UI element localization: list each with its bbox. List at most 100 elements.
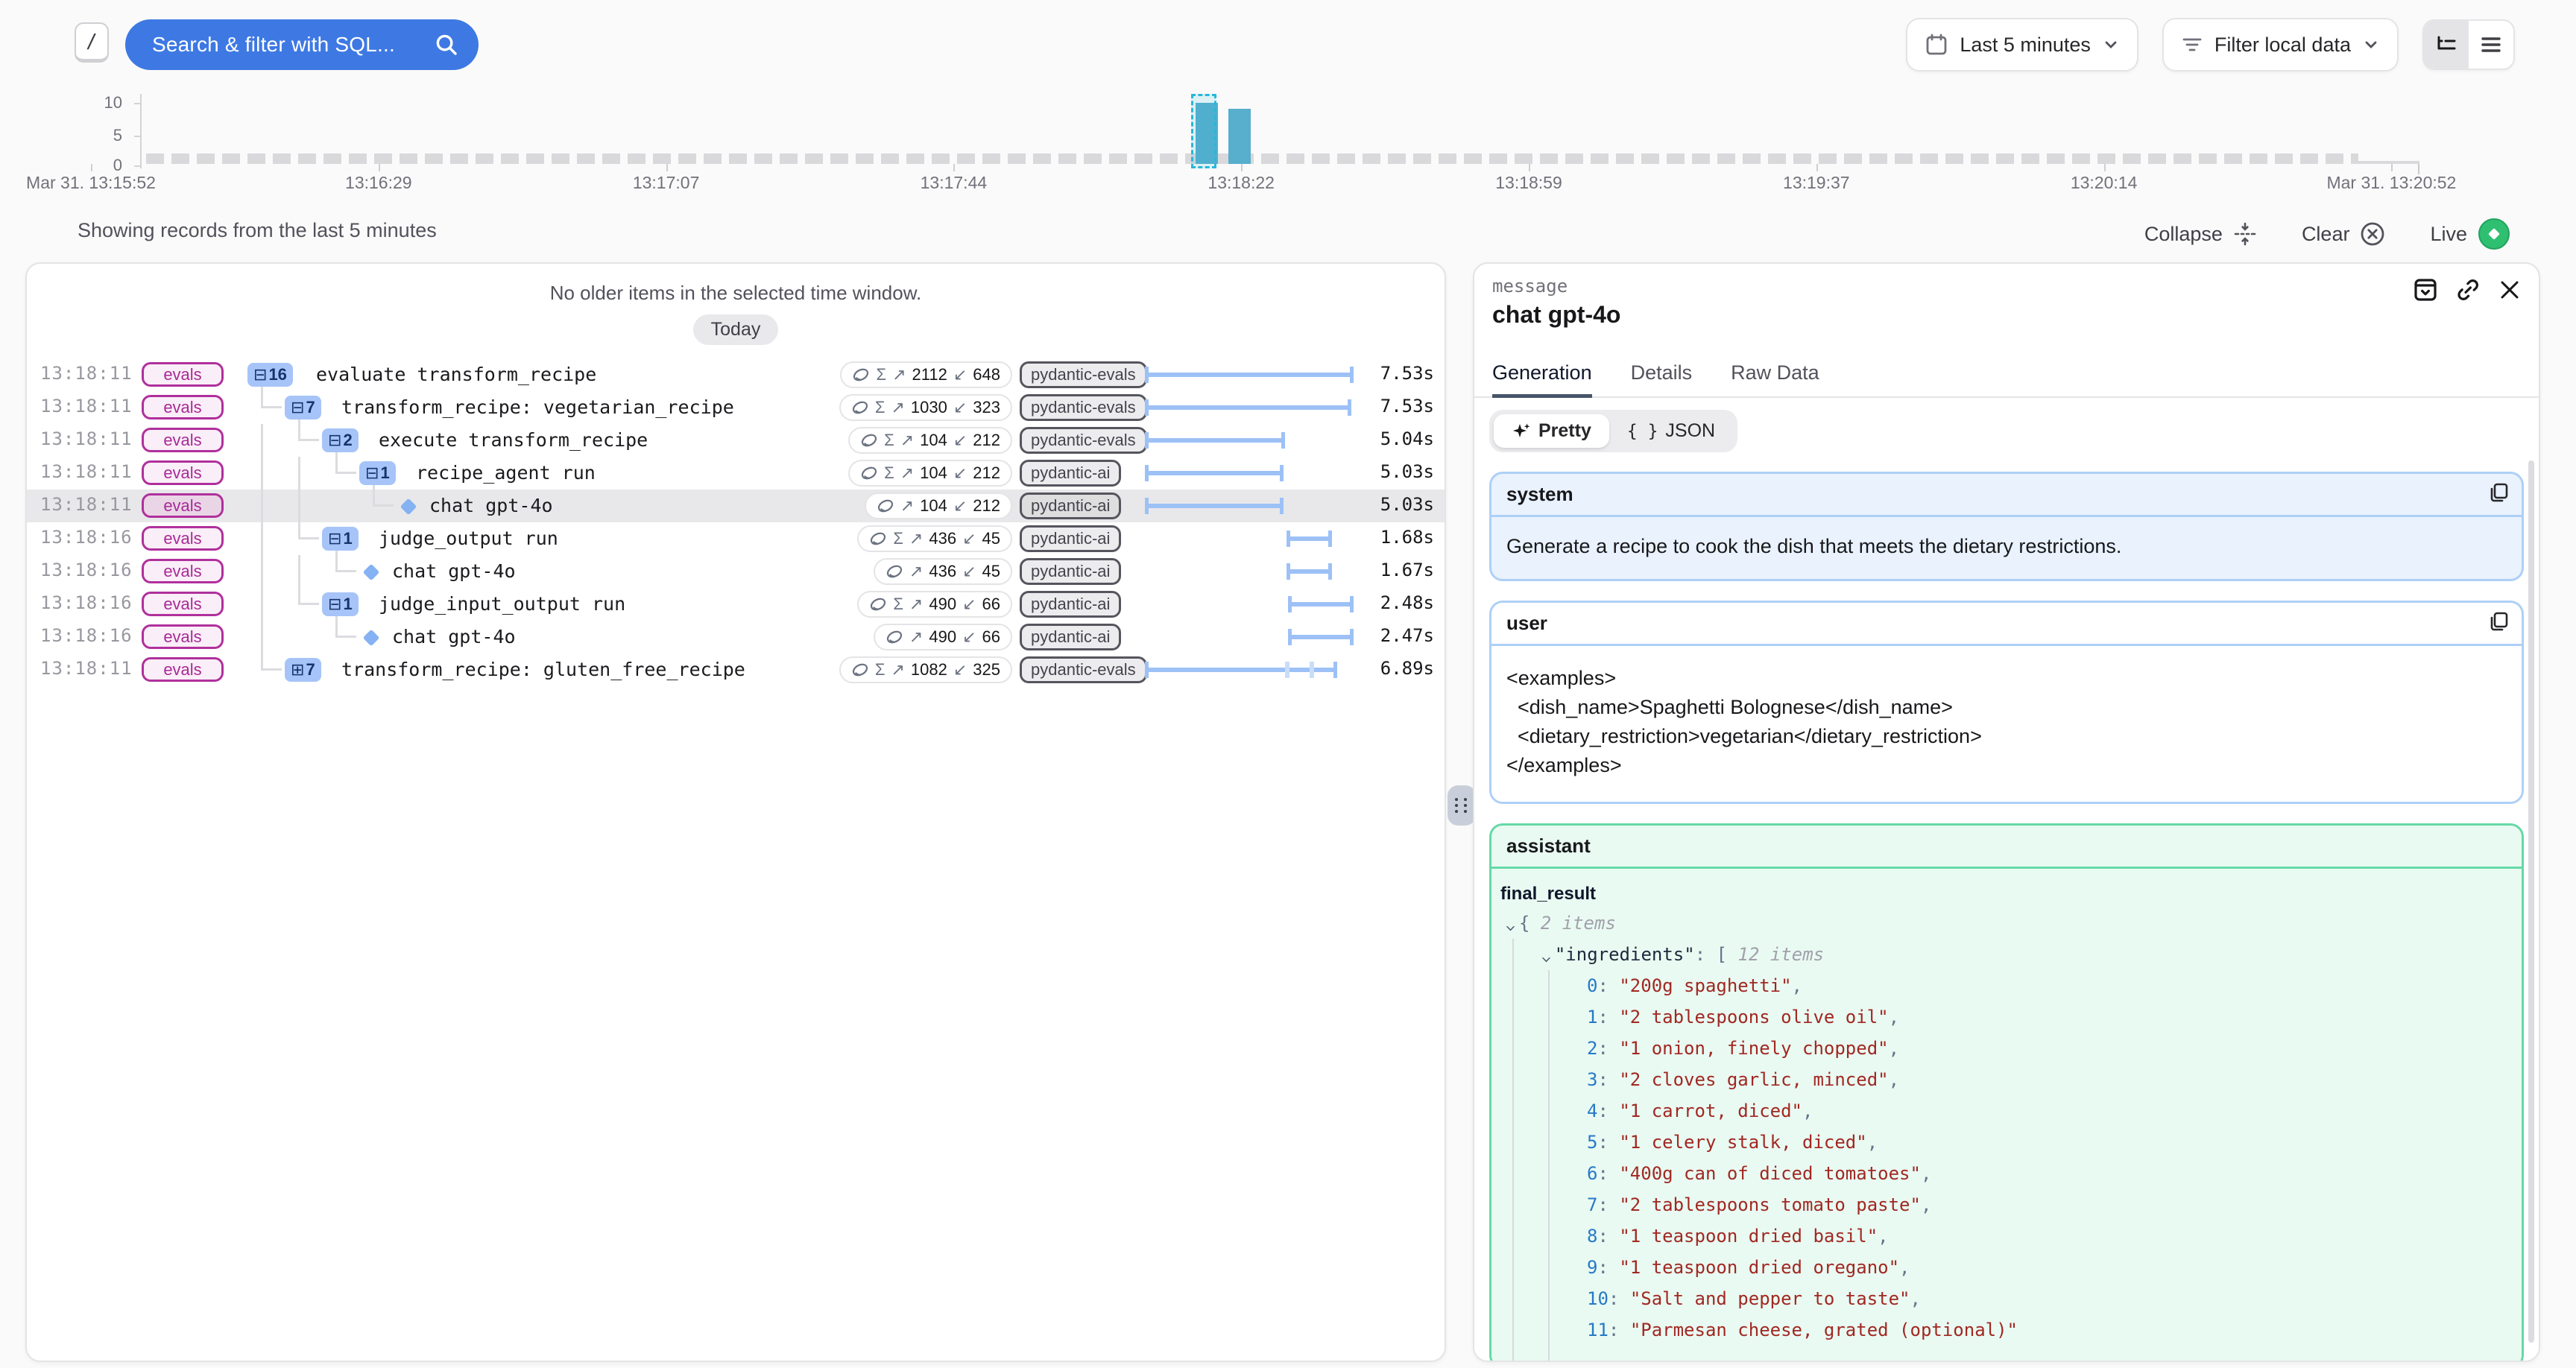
sigma-icon: Σ: [893, 529, 903, 548]
clear-button[interactable]: Clear: [2302, 221, 2386, 247]
evals-badge[interactable]: evals: [142, 559, 224, 583]
evals-badge[interactable]: evals: [142, 592, 224, 616]
json-string-value: "1 carrot, diced": [1619, 1101, 1802, 1121]
panel-resize-handle[interactable]: [1448, 785, 1476, 826]
expander-badge[interactable]: ⊟1: [322, 592, 359, 616]
pretty-view-button[interactable]: Pretty: [1494, 414, 1609, 448]
evals-badge[interactable]: evals: [142, 362, 224, 387]
evals-badge[interactable]: evals: [142, 657, 224, 682]
expander-badge[interactable]: ⊟1: [359, 461, 396, 485]
trace-row[interactable]: 13:18:16evalschat gpt-4o↗490↙66pydantic-…: [27, 621, 1445, 653]
child-count: 1: [343, 529, 352, 548]
trace-row[interactable]: 13:18:11evals⊞7transform_recipe: gluten_…: [27, 653, 1445, 686]
close-icon[interactable]: [2498, 279, 2521, 301]
json-index: 6: [1587, 1163, 1597, 1184]
evals-badge[interactable]: evals: [142, 395, 224, 419]
token-usage-pill: Σ↗1082↙325: [839, 656, 1012, 683]
trace-row[interactable]: 13:18:11evals⊟7transform_recipe: vegetar…: [27, 391, 1445, 424]
duration-text: 7.53s: [1380, 396, 1434, 417]
trace-row[interactable]: 13:18:11evalschat gpt-4o↗104↙212pydantic…: [27, 490, 1445, 522]
token-usage-pill: Σ↗436↙45: [857, 525, 1012, 552]
expander-badge[interactable]: ⊟7: [285, 396, 321, 419]
x-axis-tick: [1529, 164, 1530, 171]
span-name: judge_output run: [379, 528, 558, 549]
chevron-down-icon: [2103, 37, 2119, 53]
system-message-card: system Generate a recipe to cook the dis…: [1489, 472, 2524, 581]
tree-view-button[interactable]: [2424, 21, 2469, 69]
dock-panel-icon[interactable]: [2414, 278, 2437, 302]
tab-raw-data[interactable]: Raw Data: [1731, 361, 1819, 396]
trace-row[interactable]: 13:18:16evalschat gpt-4o↗436↙45pydantic-…: [27, 555, 1445, 588]
json-ingredients-line[interactable]: ⌄"ingredients": [ 12 items: [1491, 939, 2522, 970]
json-index: 0: [1587, 975, 1597, 996]
selection-window: [1191, 94, 1216, 168]
tab-details[interactable]: Details: [1631, 361, 1693, 396]
tree-connector: [261, 424, 263, 457]
json-string-value: "1 teaspoon dried oregano": [1619, 1257, 1899, 1278]
tree-connector: [261, 490, 263, 522]
time-range-dropdown[interactable]: Last 5 minutes: [1906, 18, 2138, 72]
filter-local-data-dropdown[interactable]: Filter local data: [2162, 18, 2399, 72]
expander-badge[interactable]: ⊟16: [247, 363, 293, 387]
evals-badge[interactable]: evals: [142, 624, 224, 649]
json-array-item: 5: "1 celery stalk, diced",: [1491, 1127, 2522, 1158]
tab-generation[interactable]: Generation: [1492, 361, 1592, 396]
span-name: chat gpt-4o: [392, 560, 516, 582]
live-toggle[interactable]: Live: [2430, 218, 2510, 250]
input-tokens: 104: [920, 496, 947, 516]
evals-badge[interactable]: evals: [142, 493, 224, 518]
tree-connector: [298, 555, 300, 588]
tree-connector: [261, 522, 263, 555]
evals-badge[interactable]: evals: [142, 526, 224, 551]
tree-connector: [261, 668, 282, 671]
x-tick-label: 13:17:44: [921, 173, 988, 193]
histogram-bar[interactable]: [1228, 109, 1251, 164]
collapse-label: Collapse: [2144, 223, 2223, 246]
trace-row[interactable]: 13:18:16evals⊟1judge_input_output runΣ↗4…: [27, 588, 1445, 621]
json-array-item: 10: "Salt and pepper to taste",: [1491, 1283, 2522, 1314]
trace-row[interactable]: 13:18:16evals⊟1judge_output runΣ↗436↙45p…: [27, 522, 1445, 555]
sigma-icon: Σ: [884, 431, 894, 450]
sigma-icon: Σ: [893, 595, 903, 614]
expander-badge[interactable]: ⊟2: [322, 428, 359, 452]
detail-panel: message chat gpt-4o GenerationDetailsRaw…: [1473, 262, 2540, 1362]
output-tokens-arrow-icon: ↙: [953, 463, 967, 483]
live-indicator-icon: [2478, 218, 2510, 250]
trace-row[interactable]: 13:18:11evals⊟2execute transform_recipeΣ…: [27, 424, 1445, 457]
collapse-button[interactable]: Collapse: [2144, 222, 2257, 246]
list-view-button[interactable]: [2469, 21, 2513, 69]
x-tick-label: 13:20:14: [2071, 173, 2138, 193]
library-badge: pydantic-ai: [1020, 624, 1121, 650]
search-input[interactable]: Search & filter with SQL...: [125, 19, 479, 70]
json-string-value: "1 celery stalk, diced": [1619, 1132, 1866, 1153]
json-item-count: 12 items: [1738, 944, 1825, 965]
x-axis-tick: [953, 164, 955, 171]
json-open-brace: {: [1519, 913, 1530, 934]
chevron-down-icon: ⌄: [1505, 910, 1516, 941]
child-count: 2: [343, 431, 352, 450]
sigma-icon: Σ: [876, 365, 886, 384]
copy-icon[interactable]: [2489, 612, 2508, 631]
detail-scrollbar-thumb[interactable]: [2528, 460, 2534, 1343]
output-tokens-arrow-icon: ↙: [962, 529, 976, 548]
copy-icon[interactable]: [2489, 483, 2508, 502]
input-tokens-arrow-icon: ↗: [909, 529, 923, 548]
tree-connector: [335, 570, 356, 572]
x-axis-tick: [91, 164, 92, 171]
expander-badge[interactable]: ⊟1: [322, 527, 359, 551]
trace-row[interactable]: 13:18:11evals⊟16evaluate transform_recip…: [27, 358, 1445, 391]
child-count: 1: [343, 595, 352, 614]
json-string-value: "1 onion, finely chopped": [1619, 1038, 1888, 1059]
assistant-message-card: assistant final_result ⌄{ 2 items⌄"ingre…: [1489, 823, 2524, 1362]
timeline-histogram[interactable]: 10 5 0 Mar 31. 13:15:5213:16:2913:17:071…: [0, 83, 2576, 203]
tree-connector: [335, 472, 356, 474]
copy-link-icon[interactable]: [2455, 277, 2481, 303]
json-view-button[interactable]: { }JSON: [1609, 414, 1733, 448]
json-root-line[interactable]: ⌄{ 2 items: [1491, 908, 2522, 939]
evals-badge[interactable]: evals: [142, 428, 224, 452]
output-tokens: 45: [982, 562, 1000, 581]
expander-badge[interactable]: ⊞7: [285, 658, 321, 682]
trace-row[interactable]: 13:18:11evals⊟1recipe_agent runΣ↗104↙212…: [27, 457, 1445, 490]
today-pill[interactable]: Today: [693, 314, 779, 345]
evals-badge[interactable]: evals: [142, 460, 224, 485]
